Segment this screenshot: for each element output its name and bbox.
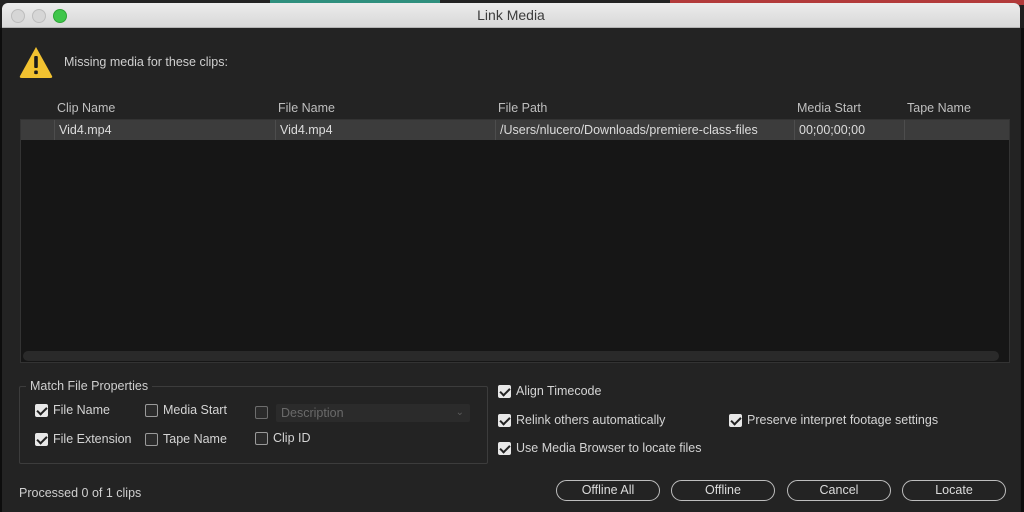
file-name-checkbox[interactable] (35, 403, 48, 417)
match-file-properties-group (19, 386, 488, 464)
chevron-down-icon: ⌄ (455, 407, 464, 418)
locate-button[interactable]: Locate (902, 480, 1006, 501)
clips-table: Vid4.mp4 Vid4.mp4 /Users/nlucero/Downloa… (20, 119, 1010, 363)
tape-name-checkbox-row[interactable]: Tape Name (145, 432, 227, 446)
column-header-file-path[interactable]: File Path (498, 101, 547, 115)
cell-media-start: 00;00;00;00 (794, 120, 904, 140)
horizontal-scrollbar[interactable] (23, 351, 999, 361)
use-media-browser-checkbox[interactable] (498, 441, 511, 455)
file-extension-checkbox-label: File Extension (53, 432, 132, 446)
row-index-cell (21, 120, 54, 140)
window-title: Link Media (477, 7, 545, 23)
cell-clip-name: Vid4.mp4 (54, 120, 275, 140)
file-name-checkbox-label: File Name (53, 403, 110, 417)
preserve-interpret-checkbox[interactable] (729, 413, 742, 427)
column-header-file-name[interactable]: File Name (278, 101, 335, 115)
align-timecode-label: Align Timecode (516, 384, 602, 398)
cell-file-name: Vid4.mp4 (275, 120, 495, 140)
description-dropdown-value: Description (281, 406, 344, 420)
description-dropdown[interactable]: Description ⌄ (276, 404, 470, 422)
link-media-dialog: Link Media Missing media for these clips… (2, 3, 1020, 512)
use-media-browser-label: Use Media Browser to locate files (516, 441, 702, 455)
clip-id-checkbox-label: Clip ID (273, 431, 311, 445)
offline-button[interactable]: Offline (671, 480, 775, 501)
clip-id-checkbox-row[interactable]: Clip ID (255, 431, 311, 445)
file-name-checkbox-row[interactable]: File Name (35, 403, 110, 417)
preserve-interpret-label: Preserve interpret footage settings (747, 413, 939, 427)
file-extension-checkbox[interactable] (35, 432, 48, 446)
missing-media-message: Missing media for these clips: (64, 55, 228, 69)
preserve-interpret-checkbox-row[interactable]: Preserve interpret footage settings (729, 413, 938, 427)
column-header-clip-name[interactable]: Clip Name (57, 101, 115, 115)
cell-file-path: /Users/nlucero/Downloads/premiere-class-… (495, 120, 794, 140)
relink-others-checkbox[interactable] (498, 413, 511, 427)
use-media-browser-checkbox-row[interactable]: Use Media Browser to locate files (498, 441, 702, 455)
table-row[interactable]: Vid4.mp4 Vid4.mp4 /Users/nlucero/Downloa… (21, 120, 1009, 140)
description-checkbox-row[interactable] (255, 406, 273, 419)
media-start-checkbox-row[interactable]: Media Start (145, 403, 227, 417)
relink-others-label: Relink others automatically (516, 413, 666, 427)
clip-id-checkbox[interactable] (255, 431, 268, 445)
description-checkbox[interactable] (255, 406, 268, 419)
title-bar: Link Media (2, 3, 1020, 28)
media-start-checkbox[interactable] (145, 403, 158, 417)
tape-name-checkbox[interactable] (145, 432, 158, 446)
clips-table-header: Clip Name File Name File Path Media Star… (20, 99, 1008, 119)
warning-icon (19, 47, 53, 78)
relink-others-checkbox-row[interactable]: Relink others automatically (498, 413, 665, 427)
status-text: Processed 0 of 1 clips (19, 486, 142, 500)
align-timecode-checkbox[interactable] (498, 384, 511, 398)
match-file-properties-title: Match File Properties (26, 379, 153, 393)
align-timecode-checkbox-row[interactable]: Align Timecode (498, 384, 601, 398)
cell-tape-name (904, 120, 1009, 140)
offline-all-button[interactable]: Offline All (556, 480, 660, 501)
tape-name-checkbox-label: Tape Name (163, 432, 227, 446)
media-start-checkbox-label: Media Start (163, 403, 227, 417)
cancel-button[interactable]: Cancel (787, 480, 891, 501)
column-header-tape-name[interactable]: Tape Name (907, 101, 971, 115)
column-header-media-start[interactable]: Media Start (797, 101, 861, 115)
file-extension-checkbox-row[interactable]: File Extension (35, 432, 132, 446)
